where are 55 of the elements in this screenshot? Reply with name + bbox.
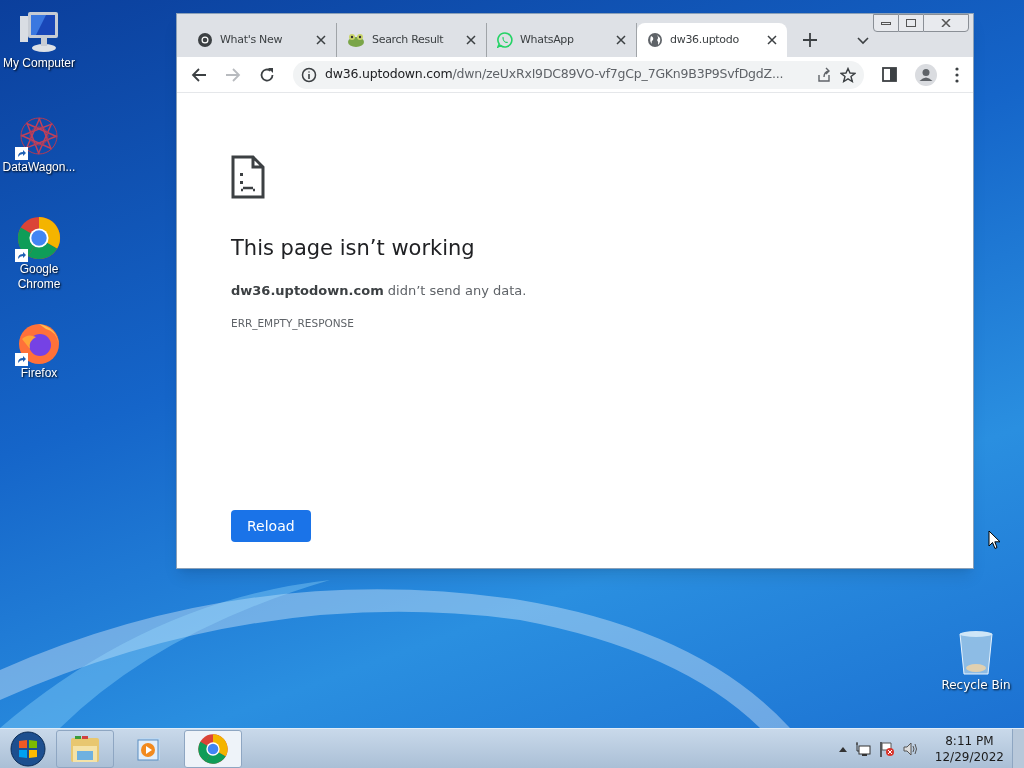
close-icon[interactable] <box>767 35 777 45</box>
desktop-icon-label[interactable]: My Computer <box>0 56 78 71</box>
new-tab-icon[interactable] <box>803 33 817 47</box>
error-code: ERR_EMPTY_RESPONSE <box>231 316 354 332</box>
taskbar-app[interactable] <box>184 729 242 768</box>
folder-icon <box>69 733 101 764</box>
reload-button[interactable]: Reload <box>231 510 311 542</box>
reload-icon[interactable] <box>259 66 275 83</box>
close-icon[interactable] <box>466 35 476 45</box>
start-button[interactable] <box>8 729 48 768</box>
share-icon[interactable] <box>816 66 832 83</box>
desktop-icon-label[interactable]: Recycle Bin <box>941 676 1011 694</box>
speaker-icon[interactable] <box>902 740 919 757</box>
chrome-logo-icon <box>197 32 213 48</box>
network-icon[interactable] <box>854 740 871 757</box>
chrome-icon <box>197 732 229 765</box>
info-icon[interactable] <box>301 66 317 83</box>
desktop-icon-label[interactable]: DataWagon... <box>0 160 78 175</box>
sad-page-icon <box>231 155 265 199</box>
close-button[interactable] <box>923 14 969 32</box>
profile-icon[interactable] <box>915 63 937 86</box>
address-bar[interactable]: dw36.uptodown.com/dwn/zeUxRxI9DC89VO-vf7gCp_7GKn9B3P9SvfDgdZ... <box>293 60 864 89</box>
tab-title: What's New <box>220 31 284 48</box>
dropdown-icon[interactable] <box>857 37 869 45</box>
tab-title: Search Result <box>372 31 445 48</box>
recycle-bin-icon <box>957 630 995 676</box>
maximize-button[interactable] <box>899 14 923 32</box>
error-title: This page isn’t working <box>231 235 475 262</box>
whatsapp-icon <box>497 32 513 48</box>
chrome-icon <box>16 215 62 261</box>
frog-icon <box>347 32 365 48</box>
media-player-icon <box>136 735 162 762</box>
error-message: dw36.uptodown.com didn’t send any data. <box>231 281 527 300</box>
mouse-cursor-icon <box>988 530 1001 550</box>
menu-icon[interactable] <box>955 66 959 83</box>
clock-time: 8:11 PM <box>945 732 994 749</box>
desktop-icon-label[interactable]: Google Chrome <box>0 262 78 292</box>
star-icon[interactable] <box>840 66 856 83</box>
network-graph-icon <box>17 114 61 158</box>
tab-title: dw36.uptodo <box>670 31 740 48</box>
back-arrow-icon[interactable] <box>191 66 207 83</box>
url-text: dw36.uptodown.com/dwn/zeUxRxI9DC89VO-vf7gCp_7GKn9B3P9SvfDgdZ... <box>325 65 785 84</box>
show-hidden-icons-icon[interactable] <box>838 745 847 752</box>
flag-icon[interactable] <box>878 740 895 757</box>
tab-title: WhatsApp <box>520 31 575 48</box>
desktop-icon-label[interactable]: Firefox <box>0 366 78 381</box>
side-panel-icon[interactable] <box>882 67 897 82</box>
clock[interactable]: 8:11 PM 12/29/2022 <box>934 732 1004 765</box>
close-icon[interactable] <box>316 35 326 45</box>
clock-date: 12/29/2022 <box>934 748 1004 765</box>
close-icon[interactable] <box>616 35 626 45</box>
close-icon <box>941 19 951 27</box>
globe-icon <box>647 32 663 48</box>
minimize-button[interactable] <box>873 14 899 32</box>
browser-tab[interactable]: dw36.uptodo <box>637 23 787 57</box>
